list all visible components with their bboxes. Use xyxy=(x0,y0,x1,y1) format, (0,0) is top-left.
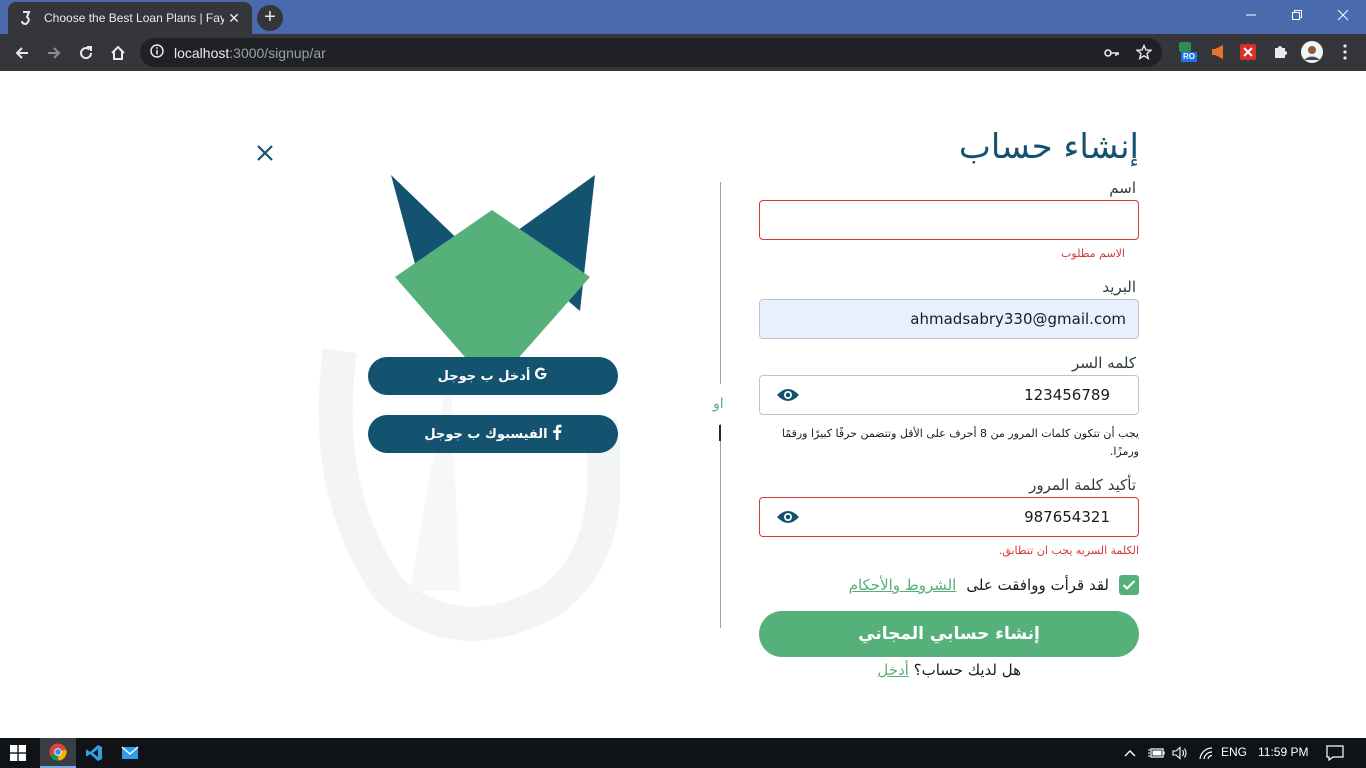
confirm-password-field[interactable]: 987654321 xyxy=(759,497,1139,537)
signup-page: أدخل ب جوجل الفيسبوك ب جوجل او إنشاء حسا… xyxy=(0,71,1366,738)
close-modal-icon[interactable] xyxy=(256,144,274,162)
terms-prefix: لقد قرأت ووافقت على xyxy=(966,576,1109,594)
email-field[interactable]: ahmadsabry330@gmail.com xyxy=(759,299,1139,339)
password-label: كلمه السر xyxy=(1072,354,1136,372)
email-label: البريد xyxy=(1102,278,1136,296)
show-confirm-password-eye-icon[interactable] xyxy=(776,509,800,525)
url-host: localhost xyxy=(174,44,230,61)
profile-avatar[interactable] xyxy=(1301,41,1323,63)
vscode-taskbar-icon[interactable] xyxy=(76,738,112,768)
url-path: :3000/signup/ar xyxy=(229,44,326,61)
terms-link[interactable]: الشروط والأحكام xyxy=(849,576,957,594)
have-account-text: هل لديك حساب؟ xyxy=(913,661,1021,679)
browser-titlebar: Choose the Best Loan Plans | Fayed ✕ + xyxy=(0,0,1366,34)
password-field[interactable]: 123456789 xyxy=(759,375,1139,415)
create-account-button[interactable]: إنشاء حسابي المجاني xyxy=(759,611,1139,657)
tab-title: Choose the Best Loan Plans | Fayed xyxy=(44,11,224,25)
forward-arrow-icon[interactable] xyxy=(40,39,68,67)
password-hint: يجب أن تتكون كلمات المرور من 8 أحرف على … xyxy=(781,427,1139,458)
url-text[interactable]: localhost:3000/signup/ar xyxy=(174,45,326,61)
taskbar-clock[interactable]: 11:59 PM xyxy=(1258,745,1308,759)
show-password-eye-icon[interactable] xyxy=(776,387,800,403)
notifications-icon[interactable] xyxy=(1320,738,1350,768)
google-signin-button[interactable]: أدخل ب جوجل xyxy=(368,357,618,395)
login-link[interactable]: أدخل xyxy=(877,661,908,679)
wifi-icon[interactable] xyxy=(1192,738,1220,768)
minimize-icon[interactable] xyxy=(1228,0,1274,30)
windows-taskbar: ENG 11:59 PM xyxy=(0,738,1366,768)
extension-ro-badge: RO xyxy=(1183,52,1195,61)
extension-red-icon[interactable] xyxy=(1237,41,1259,63)
name-field[interactable] xyxy=(759,200,1139,240)
window-close-icon[interactable] xyxy=(1320,0,1366,30)
site-info-icon[interactable] xyxy=(150,43,164,62)
facebook-button-label: الفيسبوك ب جوجل xyxy=(424,426,548,442)
home-icon[interactable] xyxy=(104,39,132,67)
extension-orange-icon[interactable] xyxy=(1208,41,1230,63)
facebook-icon xyxy=(552,424,562,444)
back-arrow-icon[interactable] xyxy=(8,39,36,67)
bookmark-star-icon[interactable] xyxy=(1135,43,1153,64)
browser-toolbar: localhost:3000/signup/ar RO xyxy=(0,34,1366,71)
confirm-password-error: الكلمة السريه يجب ان تتطابق. xyxy=(998,544,1139,557)
extension-ro-icon[interactable]: RO xyxy=(1176,41,1198,63)
tab-close-icon[interactable]: ✕ xyxy=(226,10,242,27)
confirm-password-input-value: 987654321 xyxy=(1024,508,1110,526)
reload-icon[interactable] xyxy=(72,39,100,67)
language-indicator[interactable]: ENG xyxy=(1221,745,1247,759)
divider-tick xyxy=(719,425,721,441)
facebook-signin-button[interactable]: الفيسبوك ب جوجل xyxy=(368,415,618,453)
form-title: إنشاء حساب xyxy=(958,127,1139,167)
name-error: الاسم مطلوب xyxy=(1061,247,1125,260)
terms-row: لقد قرأت ووافقت على الشروط والأحكام xyxy=(849,575,1139,595)
login-prompt: هل لديك حساب؟ أدخل xyxy=(877,661,1021,679)
or-separator-label: او xyxy=(713,396,724,412)
tray-chevron-up-icon[interactable] xyxy=(1116,738,1144,768)
restore-icon[interactable] xyxy=(1274,0,1320,30)
email-input-value: ahmadsabry330@gmail.com xyxy=(910,310,1126,328)
google-icon xyxy=(534,367,548,385)
browser-tab[interactable]: Choose the Best Loan Plans | Fayed ✕ xyxy=(8,2,252,34)
terms-checkbox[interactable] xyxy=(1119,575,1139,595)
google-button-label: أدخل ب جوجل xyxy=(437,368,531,384)
address-bar[interactable]: localhost:3000/signup/ar xyxy=(140,38,1162,67)
volume-icon[interactable] xyxy=(1166,738,1194,768)
name-label: اسم xyxy=(1109,179,1136,197)
extensions-puzzle-icon[interactable] xyxy=(1269,41,1291,63)
site-favicon-icon xyxy=(18,10,34,26)
browser-menu-icon[interactable] xyxy=(1334,41,1356,63)
windows-start-icon[interactable] xyxy=(0,738,36,768)
password-input-value: 123456789 xyxy=(1024,386,1110,404)
mail-taskbar-icon[interactable] xyxy=(112,738,148,768)
chrome-taskbar-icon[interactable] xyxy=(40,738,76,768)
confirm-password-label: تأكيد كلمة المرور xyxy=(1029,476,1136,494)
brand-logo-illustration xyxy=(300,171,622,641)
key-icon[interactable] xyxy=(1104,45,1120,64)
new-tab-button[interactable]: + xyxy=(257,5,283,31)
